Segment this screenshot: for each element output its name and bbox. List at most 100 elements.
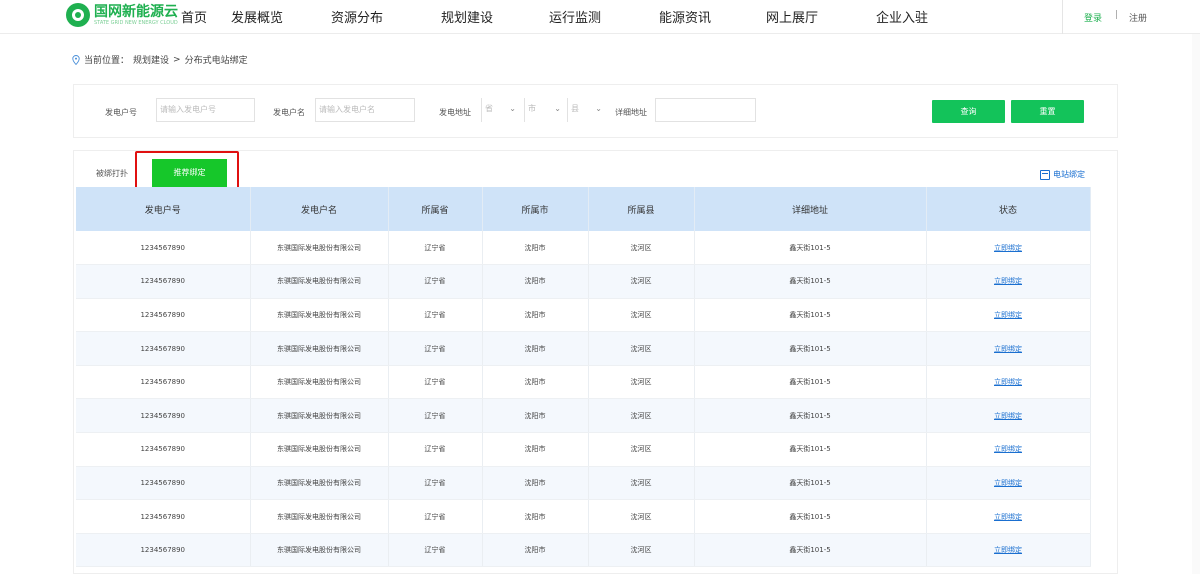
reset-button[interactable]: 重置 <box>1011 100 1084 123</box>
table-cell: 立即绑定 <box>926 398 1091 434</box>
county-select-value: 县 <box>571 104 579 113</box>
table-cell: 沈阳市 <box>482 432 589 467</box>
table-cell: 1234567890 <box>76 331 251 366</box>
table-header-row: 发电户号 发电户名 所属省 所属市 所属县 详细地址 状态 <box>76 187 1091 231</box>
generator-no-label: 发电户号 <box>105 108 137 117</box>
table-row: 1234567890 东骐国际发电股份有限公司 辽宁省 沈阳市 沈河区 鑫天街101-5 立… <box>76 331 1091 366</box>
results-panel: 被绑打扑 推荐绑定 电站绑定 发电户号 发电户名 所属省 所属市 所属县 详细地… <box>73 150 1118 574</box>
bind-now-link[interactable]: 立即绑定 <box>994 378 1022 386</box>
table-row: 1234567890 东骐国际发电股份有限公司 辽宁省 沈阳市 沈河区 鑫天街101-5 立… <box>76 231 1091 266</box>
table-cell: 沈河区 <box>588 331 695 366</box>
tab-bound[interactable]: 被绑打扑 <box>96 168 128 179</box>
breadcrumb-arrow: > <box>173 54 181 65</box>
city-select[interactable]: 市 ⌄ <box>524 98 564 122</box>
table-cell: 立即绑定 <box>926 499 1091 534</box>
table-cell: 辽宁省 <box>388 331 483 366</box>
province-select[interactable]: 省 ⌄ <box>481 98 519 122</box>
table-cell: 东骐国际发电股份有限公司 <box>250 264 389 299</box>
table-cell: 鑫天街101-5 <box>694 432 927 467</box>
station-bind-link[interactable]: 电站绑定 <box>1040 169 1085 180</box>
table-cell: 东骐国际发电股份有限公司 <box>250 231 389 266</box>
col-header: 详细地址 <box>694 187 927 231</box>
tab-recommended[interactable]: 推荐绑定 <box>152 159 227 187</box>
table-cell: 鑫天街101-5 <box>694 533 927 568</box>
brand-logo[interactable]: 国网新能源云 STATE GRID NEW ENERGY CLOUD <box>66 3 178 27</box>
table-cell: 沈河区 <box>588 499 695 534</box>
table-cell: 立即绑定 <box>926 432 1091 467</box>
detail-address-label: 详细地址 <box>615 108 647 117</box>
generator-no-input[interactable]: 请输入发电户号 <box>156 98 255 122</box>
table-cell: 鑫天街101-5 <box>694 231 927 266</box>
bind-now-link[interactable]: 立即绑定 <box>994 345 1022 353</box>
station-bind-label: 电站绑定 <box>1053 170 1085 179</box>
page-scrollbar[interactable] <box>1192 34 1200 574</box>
city-select-value: 市 <box>528 104 536 113</box>
nav-item-enterprise[interactable]: 企业入驻 <box>876 7 928 26</box>
bind-now-link[interactable]: 立即绑定 <box>994 277 1022 285</box>
table-row: 1234567890 东骐国际发电股份有限公司 辽宁省 沈阳市 沈河区 鑫天街101-5 立… <box>76 533 1091 568</box>
table-cell: 东骐国际发电股份有限公司 <box>250 398 389 434</box>
breadcrumb: 当前位置： 规划建设 > 分布式电站绑定 <box>72 53 252 66</box>
bind-now-link[interactable]: 立即绑定 <box>994 479 1022 487</box>
table-cell: 1234567890 <box>76 298 251 333</box>
bind-now-link[interactable]: 立即绑定 <box>994 311 1022 319</box>
address-label: 发电地址 <box>439 108 471 117</box>
nav-item-news[interactable]: 能源资讯 <box>659 7 711 26</box>
table-cell: 东骐国际发电股份有限公司 <box>250 432 389 467</box>
bind-now-link[interactable]: 立即绑定 <box>994 445 1022 453</box>
table-cell: 沈河区 <box>588 533 695 568</box>
table-cell: 辽宁省 <box>388 365 483 400</box>
col-header: 所属县 <box>588 187 695 231</box>
generator-name-label: 发电户名 <box>273 108 305 117</box>
bind-now-link[interactable]: 立即绑定 <box>994 412 1022 420</box>
detail-address-input[interactable] <box>655 98 756 122</box>
breadcrumb-level1[interactable]: 规划建设 <box>133 53 169 66</box>
nav-item-home[interactable]: 首页 <box>181 7 207 26</box>
table-row: 1234567890 东骐国际发电股份有限公司 辽宁省 沈阳市 沈河区 鑫天街101-5 立… <box>76 264 1091 299</box>
table-cell: 辽宁省 <box>388 432 483 467</box>
bind-now-link[interactable]: 立即绑定 <box>994 513 1022 521</box>
table-cell: 沈阳市 <box>482 365 589 400</box>
col-header: 发电户号 <box>76 187 251 231</box>
nav-item-resources[interactable]: 资源分布 <box>331 7 383 26</box>
table-cell: 鑫天街101-5 <box>694 298 927 333</box>
chevron-down-icon: ⌄ <box>554 104 561 113</box>
table-cell: 立即绑定 <box>926 466 1091 501</box>
table-cell: 立即绑定 <box>926 231 1091 266</box>
bind-now-link[interactable]: 立即绑定 <box>994 546 1022 554</box>
table-cell: 沈阳市 <box>482 533 589 568</box>
bind-now-link[interactable]: 立即绑定 <box>994 244 1022 252</box>
table-cell: 辽宁省 <box>388 231 483 266</box>
table-cell: 沈阳市 <box>482 264 589 299</box>
table-cell: 沈阳市 <box>482 331 589 366</box>
table-cell: 鑫天街101-5 <box>694 365 927 400</box>
col-header: 状态 <box>926 187 1091 231</box>
generator-name-input[interactable]: 请输入发电户名 <box>315 98 415 122</box>
table-cell: 辽宁省 <box>388 298 483 333</box>
table-cell: 辽宁省 <box>388 533 483 568</box>
nav-item-exhibition[interactable]: 网上展厅 <box>766 7 818 26</box>
filter-panel: 发电户号 请输入发电户号 发电户名 请输入发电户名 发电地址 省 ⌄ 市 ⌄ 县… <box>73 84 1118 138</box>
nav-item-planning[interactable]: 规划建设 <box>441 7 493 26</box>
county-select[interactable]: 县 ⌄ <box>567 98 605 122</box>
table-cell: 1234567890 <box>76 533 251 568</box>
nav-item-monitoring[interactable]: 运行监测 <box>549 7 601 26</box>
col-header: 所属省 <box>388 187 483 231</box>
nav-item-overview[interactable]: 发展概览 <box>231 7 283 26</box>
table-cell: 1234567890 <box>76 264 251 299</box>
table-cell: 辽宁省 <box>388 398 483 434</box>
auth-separator: | <box>1115 10 1119 20</box>
table-row: 1234567890 东骐国际发电股份有限公司 辽宁省 沈阳市 沈河区 鑫天街101-5 立… <box>76 398 1091 434</box>
table-cell: 辽宁省 <box>388 499 483 534</box>
table-cell: 沈河区 <box>588 365 695 400</box>
breadcrumb-prefix: 当前位置： <box>84 56 130 66</box>
breadcrumb-current: 分布式电站绑定 <box>184 56 248 66</box>
table-row: 1234567890 东骐国际发电股份有限公司 辽宁省 沈阳市 沈河区 鑫天街101-5 立… <box>76 466 1091 501</box>
table-cell: 1234567890 <box>76 231 251 266</box>
table-cell: 沈河区 <box>588 264 695 299</box>
login-link[interactable]: 登录 <box>1084 11 1102 24</box>
calendar-icon <box>1040 169 1050 180</box>
register-link[interactable]: 注册 <box>1129 11 1147 24</box>
table-cell: 1234567890 <box>76 499 251 534</box>
query-button[interactable]: 查询 <box>932 100 1005 123</box>
